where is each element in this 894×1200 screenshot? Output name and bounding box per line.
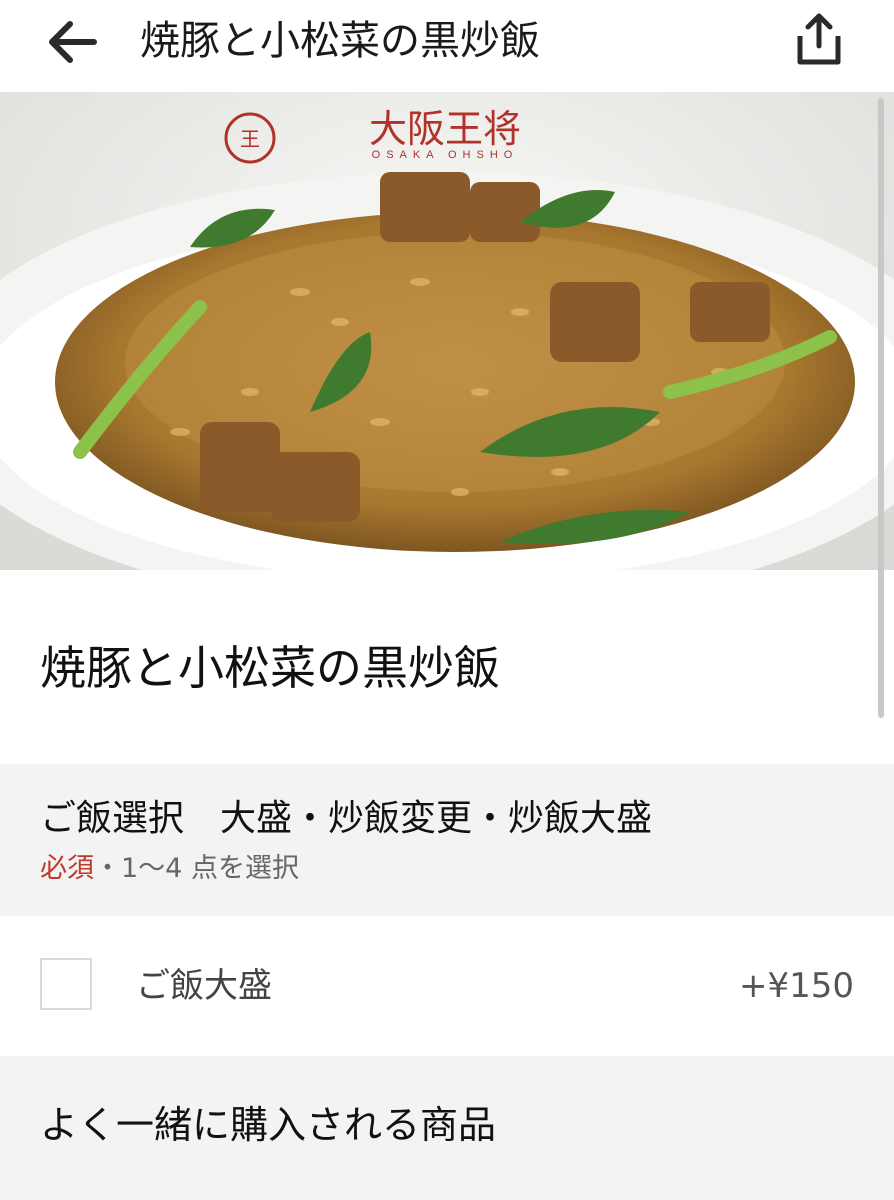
option-label: ご飯大盛 [136,966,272,1006]
related-items-title: よく一緒に購入される商品 [40,1103,497,1147]
dish-image: 王 大阪王将 OSAKA OHSHO [0,92,894,570]
related-items-section: よく一緒に購入される商品 [0,1056,894,1200]
header-title: 焼豚と小松菜の黒炒飯 [140,18,540,64]
arrow-left-icon [49,21,97,63]
share-upload-icon [797,13,841,65]
option-group-rule: 必須・1〜4 点を選択 [40,850,299,888]
scroll-indicator[interactable] [878,98,884,718]
selection-rule: ・1〜4 点を選択 [94,853,299,884]
option-price: +¥150 [738,966,854,1006]
share-button[interactable] [786,6,852,72]
option-group-header: ご飯選択 大盛・炒飯変更・炒飯大盛 必須・1〜4 点を選択 [0,764,894,916]
back-button[interactable] [40,14,106,70]
option-checkbox[interactable] [40,958,92,1010]
required-label: 必須 [40,853,94,884]
top-nav-bar: 焼豚と小松菜の黒炒飯 [0,0,894,92]
option-row-rice-large[interactable]: ご飯大盛 +¥150 [0,916,894,1056]
brand-subtext: OSAKA OHSHO [372,149,519,161]
item-title: 焼豚と小松菜の黒炒飯 [40,641,500,695]
svg-text:王: 王 [240,129,260,151]
brand-text: 大阪王将 [369,109,521,151]
option-group-title: ご飯選択 大盛・炒飯変更・炒飯大盛 [40,798,653,839]
